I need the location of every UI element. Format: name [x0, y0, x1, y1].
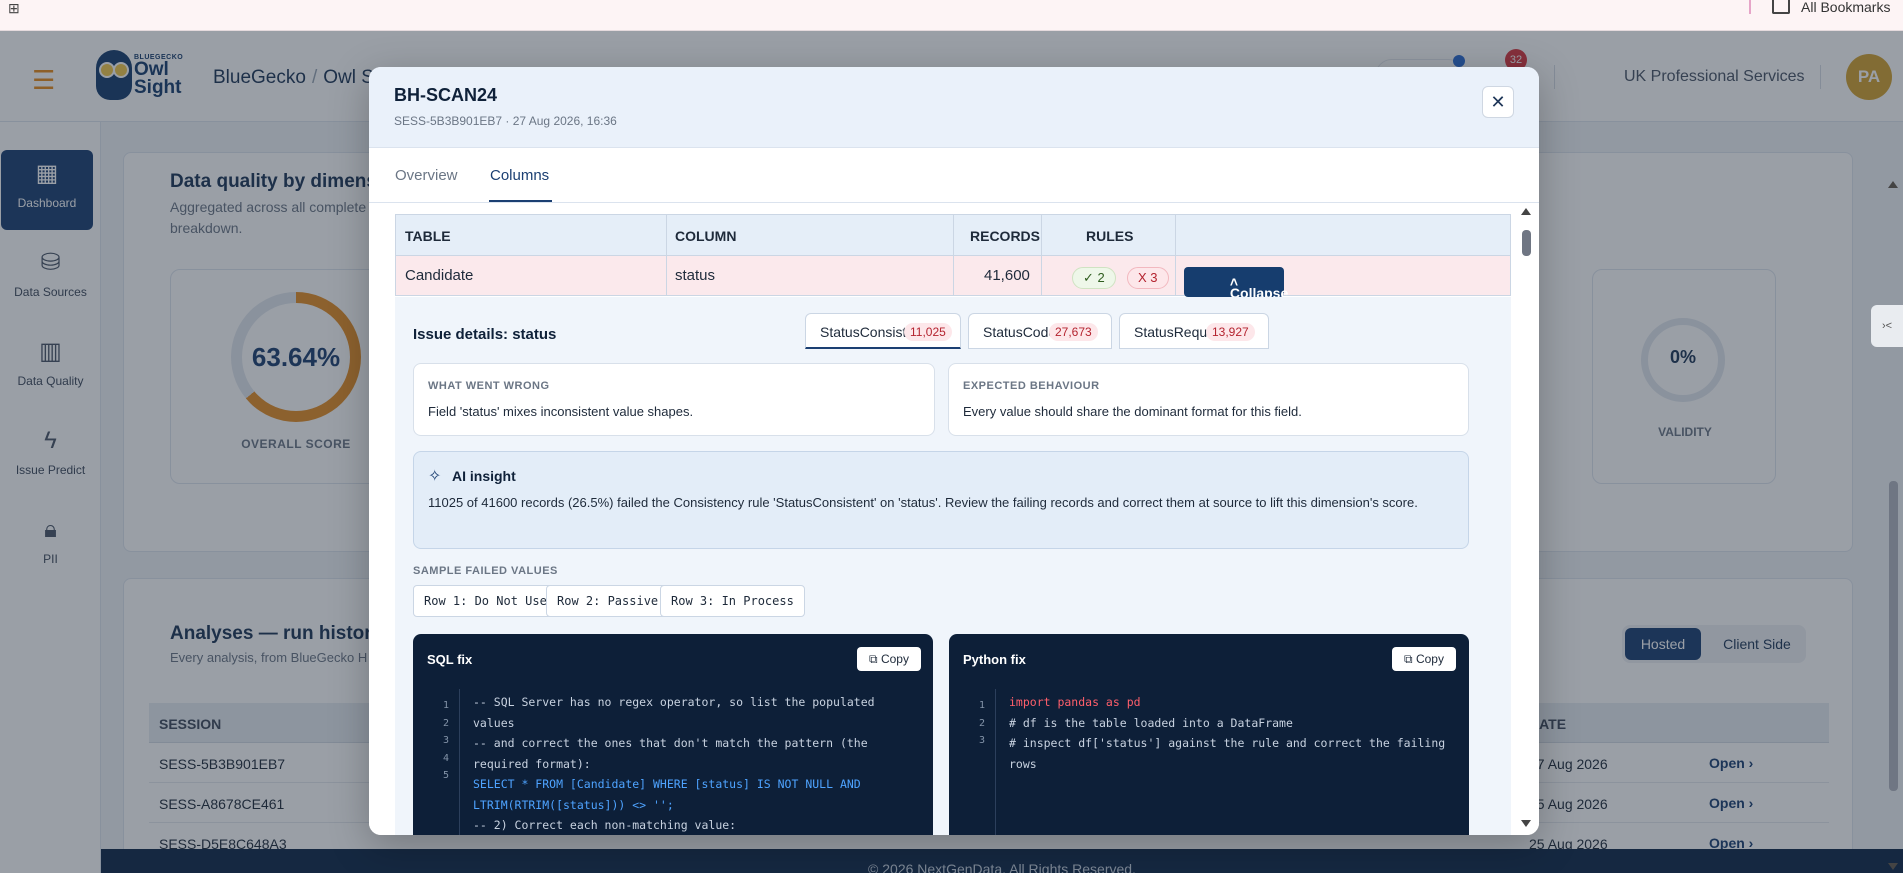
modal-tabs: Overview Columns [369, 148, 1539, 203]
sample-values-heading: SAMPLE FAILED VALUES [413, 565, 558, 577]
scroll-down-icon[interactable] [1521, 820, 1531, 827]
row-table: Candidate [405, 267, 474, 284]
scroll-up-icon[interactable] [1888, 181, 1898, 188]
sample-value-chip: Row 1: Do Not Use [413, 585, 558, 617]
header-column: COLUMN [675, 228, 737, 244]
header-table: TABLE [405, 228, 451, 244]
tab-columns[interactable]: Columns [490, 167, 549, 184]
expected-behaviour-box: EXPECTED BEHAVIOUR Every value should sh… [948, 363, 1469, 436]
modal-title: BH-SCAN24 [394, 85, 498, 105]
sample-value-chip: Row 2: Passive [546, 585, 670, 617]
python-code[interactable]: import pandas as pd # df is the table loa… [1009, 692, 1459, 774]
bookmarks-bar: ⊞ All Bookmarks [0, 0, 1903, 31]
ai-insight-text: 11025 of 41600 records (26.5%) failed th… [428, 495, 1418, 510]
scroll-thumb[interactable] [1522, 230, 1531, 256]
rule-tab-status-consistent[interactable]: StatusConsistent 11,025 [805, 313, 961, 349]
issue-details-title: Issue details: status [413, 326, 557, 343]
page-scrollbar[interactable] [1888, 181, 1900, 871]
scroll-down-icon[interactable] [1888, 863, 1898, 870]
bookmarks-separator [1749, 0, 1751, 14]
passed-rules-badge: ✓ 2 [1072, 267, 1116, 289]
rule-fail-count: 27,673 [1049, 323, 1098, 341]
sql-fix-title: SQL fix [427, 652, 473, 667]
code-gutter-divider [995, 689, 996, 835]
apps-grid-icon[interactable]: ⊞ [8, 0, 20, 17]
scroll-thumb[interactable] [1889, 481, 1898, 791]
cell: 41,600 [954, 256, 1042, 295]
scroll-up-icon[interactable] [1521, 208, 1531, 215]
rule-fail-count: 13,927 [1206, 323, 1255, 341]
table-row[interactable]: Candidate status 41,600 ✓ 2 X 3 Collapse… [395, 256, 1511, 301]
ai-insight-box: ✧ AI insight 11025 of 41600 records (26.… [413, 451, 1469, 549]
code-line: # df is the table loaded into a DataFram… [1009, 715, 1293, 730]
copy-sql-button[interactable]: ⧉ Copy [857, 647, 921, 671]
modal-subtitle: SESS-5B3B901EB7 · 27 Aug 2026, 16:36 [394, 114, 617, 128]
sparkle-icon: ✧ [428, 468, 442, 485]
code-line: -- 2) Correct each non-matching value: [473, 818, 737, 832]
rule-tab-status-required[interactable]: StatusRequired 13,927 [1119, 313, 1269, 349]
code-gutter-divider [459, 689, 460, 835]
rule-tab-status-code-set[interactable]: StatusCodeSet 27,673 [968, 313, 1112, 349]
sample-value-chip: Row 3: In Process [660, 585, 805, 617]
all-bookmarks-link[interactable]: All Bookmarks [1801, 0, 1890, 15]
modal-scrollbar[interactable] [1521, 208, 1533, 828]
header-cell: RECORDS [954, 215, 1042, 255]
expected-behaviour-heading: EXPECTED BEHAVIOUR [963, 380, 1100, 392]
header-cell: TABLE [396, 215, 667, 255]
what-went-wrong-box: WHAT WENT WRONG Field 'status' mixes inc… [413, 363, 935, 436]
code-line: import pandas as pd [1009, 695, 1141, 709]
row-records: 41,600 [984, 267, 1030, 284]
modal-header: BH-SCAN24 SESS-5B3B901EB7 · 27 Aug 2026,… [369, 67, 1539, 148]
tab-overview[interactable]: Overview [395, 167, 458, 184]
cell: Candidate [396, 256, 667, 295]
failed-rules-badge: X 3 [1127, 267, 1169, 289]
folder-icon[interactable] [1772, 0, 1790, 14]
header-cell: RULES [1042, 215, 1176, 255]
close-icon[interactable]: ✕ [1482, 86, 1514, 118]
active-tab-indicator [489, 200, 552, 202]
code-line: SELECT * FROM [Candidate] WHERE [status]… [473, 777, 868, 812]
columns-table: TABLE COLUMN RECORDS RULES Candidate sta… [395, 214, 1511, 301]
header-cell: COLUMN [667, 215, 954, 255]
overall-score-value: 63.64% [251, 342, 341, 372]
header-rules: RULES [1086, 228, 1134, 244]
ai-insight-title: AI insight [452, 468, 516, 484]
sql-code[interactable]: -- SQL Server has no regex operator, so … [473, 692, 923, 835]
copy-label: Copy [880, 652, 909, 666]
modal-body: TABLE COLUMN RECORDS RULES Candidate sta… [369, 203, 1539, 835]
row-column: status [675, 267, 716, 284]
code-line: # inspect df['status'] against the rule … [1009, 736, 1453, 771]
code-line: -- and correct the ones that don't match… [473, 736, 875, 771]
cell: Collapse ˄ [1176, 256, 1310, 301]
collapse-button[interactable]: Collapse ˄ [1184, 267, 1288, 301]
code-line: -- SQL Server has no regex operator, so … [473, 695, 882, 730]
expected-behaviour-text: Every value should share the dominant fo… [963, 404, 1302, 419]
cell: status [667, 256, 954, 295]
what-went-wrong-heading: WHAT WENT WRONG [428, 380, 550, 392]
header-records: RECORDS [970, 228, 1041, 244]
line-numbers: 12345 [442, 700, 450, 781]
line-numbers: 123 [978, 700, 986, 746]
rule-fail-count: 11,025 [904, 323, 952, 341]
issue-details-panel: Issue details: status StatusConsistent 1… [395, 297, 1511, 835]
columns-table-header: TABLE COLUMN RECORDS RULES [395, 214, 1511, 256]
scan-details-modal: BH-SCAN24 SESS-5B3B901EB7 · 27 Aug 2026,… [369, 67, 1539, 835]
python-fix-card: Python fix ⧉ Copy 123 import pandas as p… [949, 634, 1469, 835]
cell: ✓ 2 X 3 [1042, 256, 1176, 295]
what-went-wrong-text: Field 'status' mixes inconsistent value … [428, 404, 694, 419]
sql-fix-card: SQL fix ⧉ Copy 12345 -- SQL Server has n… [413, 634, 933, 835]
copy-python-button[interactable]: ⧉ Copy [1392, 647, 1456, 671]
python-fix-title: Python fix [963, 652, 1026, 667]
copy-label: Copy [1415, 652, 1444, 666]
